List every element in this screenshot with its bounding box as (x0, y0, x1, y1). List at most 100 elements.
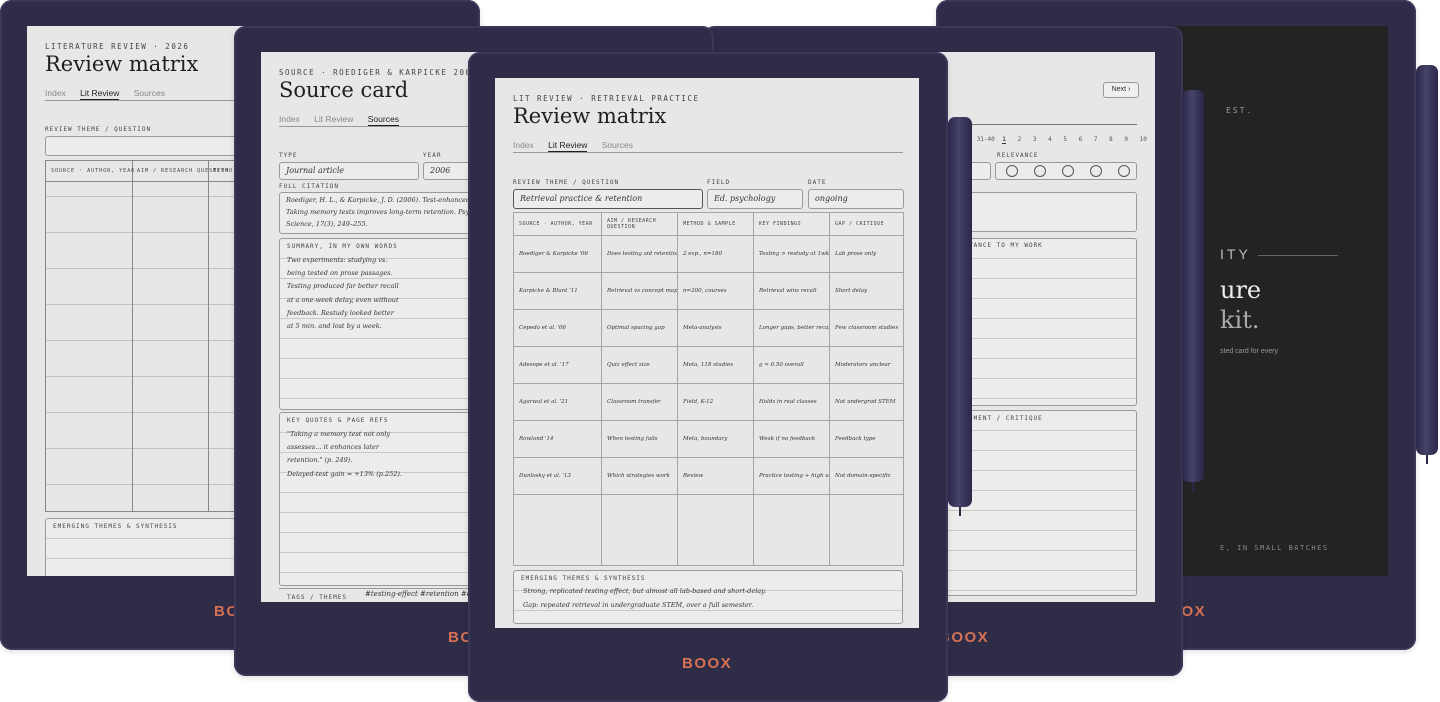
table-cell[interactable]: Agarwal et al. '21 (513, 383, 602, 421)
scale-item[interactable]: 5 (1063, 136, 1067, 143)
citation-line: Science, 17(3), 249–255. (286, 220, 368, 228)
stylus-pen-5[interactable] (1416, 65, 1438, 464)
emerging-line: Gap: repeated retrieval in undergraduate… (523, 601, 754, 609)
theme-input[interactable]: Retrieval practice & retention (513, 189, 703, 209)
table-cell[interactable]: Testing > restudy at 1wk (753, 235, 830, 273)
scale-item[interactable]: 6 (1079, 136, 1083, 143)
tab-index[interactable]: Index (45, 88, 66, 98)
tab-sources[interactable]: Sources (367, 114, 399, 126)
relevance-field[interactable] (995, 162, 1137, 180)
table-cell[interactable]: Weak if no feedback (753, 420, 830, 458)
table-cell[interactable]: Karpicke & Blunt '11 (513, 272, 602, 310)
table-cell[interactable]: Roediger & Karpicke '06 (513, 235, 602, 273)
table-cell[interactable]: Rowland '14 (513, 420, 602, 458)
section-label: ITY (1220, 246, 1251, 262)
tab-index[interactable]: Index (279, 114, 300, 124)
page-title: Review matrix (513, 104, 667, 128)
table-cell[interactable] (601, 494, 678, 566)
relevance-option[interactable] (1118, 165, 1130, 177)
tab-index[interactable]: Index (513, 140, 534, 150)
table-row-empty[interactable] (513, 494, 904, 566)
table-cell[interactable]: Practice testing + high utility (753, 457, 830, 495)
relevance-option[interactable] (1034, 165, 1046, 177)
relevance-work-box[interactable] (943, 238, 1137, 406)
table-cell[interactable] (677, 494, 754, 566)
scale-item[interactable]: 7 (1094, 136, 1098, 143)
column-header: KEY FINDINGS (753, 212, 830, 236)
table-row[interactable]: Cepeda et al. '06 Optimal spacing gap Meta… (513, 309, 904, 347)
emerging-label: EMERGING THEMES & SYNTHESIS (521, 575, 646, 582)
critique-box[interactable] (943, 410, 1137, 596)
table-cell[interactable]: Which strategies work (601, 457, 678, 495)
date-input[interactable]: ongoing (808, 189, 904, 209)
scale-item[interactable]: 3 (1033, 136, 1037, 143)
date-label: DATE (808, 179, 827, 186)
tab-sources[interactable]: Sources (134, 88, 165, 98)
table-row[interactable]: Adesope et al. '17 Quiz effect size Meta, … (513, 346, 904, 384)
table-cell[interactable]: Short delay (829, 272, 904, 310)
table-cell[interactable]: Meta, boundary (677, 420, 754, 458)
page-title: Review matrix (45, 52, 199, 76)
table-cell[interactable]: Meta, 118 studies (677, 346, 754, 384)
table-row[interactable]: Dunlosky et al. '13 Which strategies work… (513, 457, 904, 495)
theme-value: Retrieval practice & retention (520, 194, 643, 203)
stylus-pen-3[interactable] (948, 117, 972, 516)
table-cell[interactable]: Moderators unclear (829, 346, 904, 384)
scale-item[interactable]: 10 (1140, 136, 1147, 143)
table-cell[interactable] (513, 494, 602, 566)
table-cell[interactable]: Retrieval vs concept maps (601, 272, 678, 310)
tab-lit-review[interactable]: Lit Review (314, 114, 353, 124)
table-row[interactable]: Roediger & Karpicke '06 Does testing aid … (513, 235, 904, 273)
scale-item[interactable]: 31-40 (977, 136, 995, 143)
table-row[interactable]: Rowland '14 When testing fails Meta, bound… (513, 420, 904, 458)
scale-item[interactable]: 4 (1048, 136, 1052, 143)
table-cell[interactable]: Does testing aid retention? (601, 235, 678, 273)
tab-bar: Index Lit Review Sources (45, 88, 177, 100)
table-cell[interactable]: Meta-analysis (677, 309, 754, 347)
table-cell[interactable]: Optimal spacing gap (601, 309, 678, 347)
type-field[interactable]: Journal article (279, 162, 419, 180)
column-header: METHOD & SAMPLE (677, 212, 754, 236)
table-cell[interactable]: Retrieval wins recall (753, 272, 830, 310)
hero-subtext: sted card for every (1220, 348, 1278, 355)
table-cell[interactable]: When testing fails (601, 420, 678, 458)
notes-field[interactable] (943, 192, 1137, 232)
table-cell[interactable]: Feedback type (829, 420, 904, 458)
tab-sources[interactable]: Sources (602, 140, 633, 150)
table-cell[interactable] (829, 494, 904, 566)
table-cell[interactable]: g ≈ 0.50 overall (753, 346, 830, 384)
scale-item[interactable]: 9 (1124, 136, 1128, 143)
table-cell[interactable]: Lab prose only (829, 235, 904, 273)
relevance-option[interactable] (1090, 165, 1102, 177)
table-cell[interactable]: n=200, courses (677, 272, 754, 310)
table-cell[interactable] (753, 494, 830, 566)
next-button[interactable]: Next › (1103, 82, 1139, 98)
table-cell[interactable]: Not domain-specific (829, 457, 904, 495)
relevance-option[interactable] (1062, 165, 1074, 177)
table-cell[interactable]: 2 exp., n=180 (677, 235, 754, 273)
type-label: TYPE (279, 152, 298, 159)
relevance-option[interactable] (1006, 165, 1018, 177)
tab-lit-review[interactable]: Lit Review (548, 140, 588, 152)
table-cell[interactable]: Holds in real classes (753, 383, 830, 421)
table-cell[interactable]: Few classroom studies (829, 309, 904, 347)
field-input[interactable]: Ed. psychology (707, 189, 803, 209)
table-cell[interactable]: Classroom transfer (601, 383, 678, 421)
table-row[interactable]: Karpicke & Blunt '11 Retrieval vs concept… (513, 272, 904, 310)
tab-lit-review[interactable]: Lit Review (80, 88, 120, 100)
table-cell[interactable]: Adesope et al. '17 (513, 346, 602, 384)
review-matrix-table: SOURCE · AUTHOR, YEAR AIM / RESEARCH QUE… (513, 212, 904, 566)
scale-item[interactable]: 2 (1018, 136, 1022, 143)
table-cell[interactable]: Review (677, 457, 754, 495)
table-cell[interactable]: Quiz effect size (601, 346, 678, 384)
stylus-pen-4[interactable] (1182, 90, 1204, 491)
scale-item[interactable]: 8 (1109, 136, 1113, 143)
year-value: 2006 (430, 166, 451, 175)
table-cell[interactable]: Cepeda et al. '06 (513, 309, 602, 347)
table-cell[interactable]: Longer gaps, better recall (753, 309, 830, 347)
table-cell[interactable]: Dunlosky et al. '13 (513, 457, 602, 495)
table-row[interactable]: Agarwal et al. '21 Classroom transfer Fiel… (513, 383, 904, 421)
table-cell[interactable]: Not undergrad STEM (829, 383, 904, 421)
table-cell[interactable]: Field, K-12 (677, 383, 754, 421)
scale-item[interactable]: 1 (1002, 136, 1006, 144)
